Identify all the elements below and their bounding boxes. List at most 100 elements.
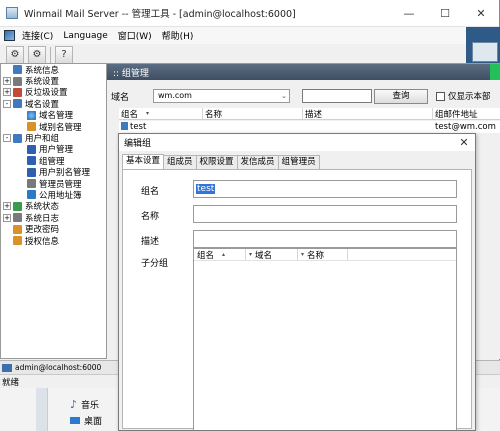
menu-bar: 连接(C) Language 窗口(W) 帮助(H) (0, 27, 499, 44)
desktop-icon (70, 417, 80, 424)
tree-item[interactable]: 用户管理 (1, 144, 106, 155)
tree-item[interactable]: 公用地址簿 (1, 189, 106, 201)
tree-item-label: 管理员管理 (39, 179, 82, 190)
panel-accent (490, 64, 500, 80)
group-name-label: 组名 (141, 187, 160, 197)
menu-help[interactable]: 帮助(H) (157, 29, 199, 42)
dialog-title: 编辑组 (124, 139, 152, 149)
table-row[interactable]: test test@wm.com (119, 121, 500, 133)
expand-icon[interactable]: + (3, 202, 11, 211)
antispam-icon (13, 87, 22, 97)
tab-group-admins[interactable]: 组管理员 (277, 155, 320, 169)
display-name-label: 名称 (141, 212, 160, 222)
expand-icon[interactable]: + (3, 88, 11, 97)
domain-alias-icon (27, 122, 36, 132)
users-icon (13, 133, 22, 143)
dialog-close-button[interactable]: ✕ (453, 136, 475, 149)
disconnect-button[interactable]: ⚙ (28, 45, 46, 64)
tree-item-label: 用户管理 (39, 145, 74, 156)
collapse-icon[interactable]: - (3, 134, 11, 143)
tree-item[interactable]: 用户别名管理 (1, 167, 106, 178)
tree-item-label: 组管理 (39, 156, 65, 167)
user-icon (27, 144, 36, 154)
display-name-field[interactable] (193, 205, 457, 223)
minimize-button[interactable]: — (391, 7, 427, 20)
tab-permissions[interactable]: 权限设置 (195, 155, 238, 169)
expand-icon[interactable]: + (3, 213, 11, 222)
tree-item-label: 用户和组 (25, 134, 60, 145)
basic-settings-panel: 组名 test 名称 描述 子分组 组名 ▴ ▾ 域名 ▾ 名称 (122, 169, 472, 430)
collapse-icon[interactable]: - (3, 99, 11, 108)
domain-select[interactable]: wm.com ⌄ (153, 89, 290, 103)
tree-item-label: 系统状态 (25, 202, 60, 213)
tree-item[interactable]: - 用户和组 (1, 132, 106, 145)
group-table-header: 组名 ▾ 名称 描述 组邮件地址 (119, 108, 500, 120)
tree-item[interactable]: + 系统设置 (1, 75, 106, 88)
subgroups-label: 子分组 (141, 259, 169, 269)
menu-window[interactable]: 窗口(W) (113, 29, 157, 42)
group-name-field[interactable]: test (193, 180, 457, 198)
tree-item[interactable]: + 系统状态 (1, 201, 106, 212)
close-button[interactable]: ✕ (463, 7, 499, 20)
tree-item-label: 系统设置 (25, 77, 60, 88)
tab-basic-settings[interactable]: 基本设置 (122, 154, 165, 169)
explorer-item-desktop[interactable]: 桌面 (70, 414, 102, 427)
info-icon (13, 65, 22, 75)
description-field[interactable] (193, 230, 457, 248)
globe-icon (27, 110, 36, 120)
tree-item-label: 域名设置 (25, 99, 60, 110)
tree-item[interactable]: 组管理 (1, 155, 106, 167)
only-show-checkbox[interactable] (436, 91, 445, 101)
tree-item[interactable]: 域名管理 (1, 110, 106, 121)
tree-item-label: 更改密码 (25, 225, 60, 236)
explorer-item-music[interactable]: ♪ 音乐 (70, 398, 99, 411)
tree-item-label: 域名管理 (39, 111, 74, 122)
tree-item[interactable]: - 域名设置 (1, 98, 106, 110)
explorer-nav-strip (36, 385, 48, 431)
group-icon (121, 122, 128, 130)
column-description[interactable]: 描述 (303, 108, 433, 120)
column-group-name[interactable]: 组名 ▾ (119, 108, 203, 120)
tree-item[interactable]: 系统信息 (1, 64, 106, 76)
tree-item[interactable]: 域别名管理 (1, 121, 106, 133)
dialog-tabs: 基本设置 组成员 权限设置 发信成员 组管理员 (122, 154, 320, 169)
tab-group-members[interactable]: 组成员 (163, 155, 197, 169)
tree-item[interactable]: + 系统日志 (1, 212, 106, 224)
settings-icon (13, 76, 22, 86)
maximize-button[interactable]: ☐ (427, 7, 463, 20)
app-icon (6, 7, 18, 19)
tree-item[interactable]: 授权信息 (1, 235, 106, 247)
query-button[interactable]: 查询 (374, 88, 428, 104)
filter-row: 域名 wm.com ⌄ 查询 仅显示本部 (111, 88, 500, 104)
chevron-down-icon: ⌄ (281, 92, 287, 100)
edit-group-dialog: 编辑组 ✕ 基本设置 组成员 权限设置 发信成员 组管理员 组名 test 名称… (118, 133, 476, 431)
connect-button[interactable]: ⚙ (6, 45, 24, 64)
menu-connect[interactable]: 连接(C) (17, 29, 58, 42)
tree-item[interactable]: 更改密码 (1, 223, 106, 236)
title-bar: Winmail Mail Server -- 管理工具 - [admin@loc… (0, 0, 499, 27)
sub-column-group-name[interactable]: 组名 ▴ (194, 249, 246, 261)
tree-item[interactable]: + 反垃圾设置 (1, 87, 106, 98)
column-email[interactable]: 组邮件地址 (433, 108, 500, 120)
music-icon: ♪ (70, 398, 78, 411)
subgroup-list[interactable]: 组名 ▴ ▾ 域名 ▾ 名称 (193, 248, 457, 430)
address-book-icon (27, 190, 36, 200)
toolbar-separator (50, 46, 51, 63)
tab-sending-members[interactable]: 发信成员 (236, 155, 279, 169)
search-input[interactable] (302, 89, 372, 103)
tree-item-label: 用户别名管理 (39, 168, 91, 179)
description-label: 描述 (141, 237, 160, 247)
tree-item-label: 授权信息 (25, 236, 60, 247)
license-icon (13, 236, 22, 246)
sub-column-domain[interactable]: ▾ 域名 (246, 249, 298, 261)
tree-item-label: 系统信息 (25, 65, 60, 76)
tree-item[interactable]: 管理员管理 (1, 178, 106, 190)
panel-header: :: 组管理 (107, 64, 500, 80)
menu-language[interactable]: Language (58, 31, 112, 41)
domain-icon (13, 99, 22, 109)
column-display-name[interactable]: 名称 (203, 108, 303, 120)
help-button[interactable]: ? (55, 45, 73, 64)
log-icon (13, 213, 22, 223)
expand-icon[interactable]: + (3, 77, 11, 86)
sub-column-display-name[interactable]: ▾ 名称 (298, 249, 348, 261)
